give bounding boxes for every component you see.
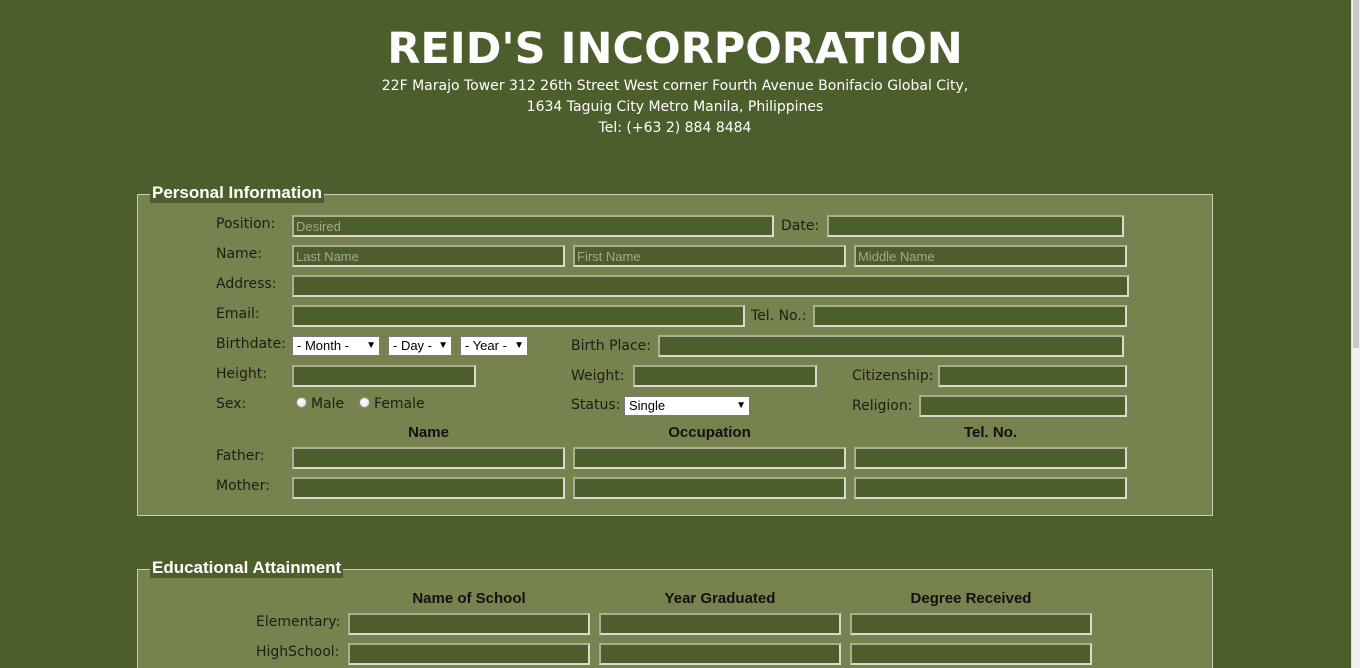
parents-occupation-column: Occupation: [668, 424, 751, 441]
address-line-1: 22F Marajo Tower 312 26th Street West co…: [381, 78, 969, 94]
year-graduated-column: Year Graduated: [664, 590, 776, 607]
mother-name-input[interactable]: [292, 477, 565, 499]
female-label: Female: [374, 396, 425, 412]
mother-occupation-input[interactable]: [573, 477, 846, 499]
civil-status-value: Single: [629, 398, 666, 413]
height-input[interactable]: [292, 365, 476, 387]
personal-information-legend: Personal Information: [150, 183, 325, 203]
female-radio[interactable]: [359, 397, 370, 408]
chevron-down-icon: ▼: [366, 340, 376, 351]
highschool-school-input[interactable]: [348, 643, 590, 665]
first-name-input[interactable]: [573, 245, 846, 267]
height-label: Height:: [216, 366, 267, 382]
religion-input[interactable]: [919, 395, 1127, 417]
male-radio[interactable]: [296, 397, 307, 408]
status-label: Status:: [571, 397, 621, 413]
scrollbar-thumb[interactable]: [1353, 0, 1359, 348]
personal-information-fieldset: Personal Information Position: Date: Nam…: [137, 183, 1213, 516]
elementary-year-input[interactable]: [599, 613, 841, 635]
vertical-scrollbar[interactable]: [1351, 0, 1360, 668]
middle-name-input[interactable]: [854, 245, 1127, 267]
religion-label: Religion:: [852, 398, 913, 414]
position-input[interactable]: [292, 215, 774, 237]
weight-label: Weight:: [571, 368, 625, 384]
father-tel-input[interactable]: [854, 447, 1127, 469]
address-line-2: 1634 Taguig City Metro Manila, Philippin…: [526, 99, 824, 115]
chevron-down-icon: ▼: [736, 400, 746, 411]
highschool-degree-input[interactable]: [850, 643, 1092, 665]
company-telephone: Tel: (+63 2) 884 8484: [598, 120, 752, 136]
weight-input[interactable]: [633, 365, 817, 387]
parents-name-column: Name: [408, 424, 449, 441]
birth-year-value: - Year -: [465, 338, 507, 353]
mother-tel-input[interactable]: [854, 477, 1127, 499]
birth-month-value: - Month -: [297, 338, 350, 353]
birth-year-select[interactable]: - Year - ▼: [460, 336, 528, 356]
educational-attainment-legend: Educational Attainment: [150, 558, 344, 578]
elementary-label: Elementary:: [256, 614, 341, 630]
citizenship-label: Citizenship:: [852, 368, 934, 384]
birth-place-input[interactable]: [658, 335, 1124, 357]
email-input[interactable]: [292, 305, 745, 327]
male-label: Male: [311, 396, 345, 412]
elementary-school-input[interactable]: [348, 613, 590, 635]
father-name-input[interactable]: [292, 447, 565, 469]
last-name-input[interactable]: [292, 245, 565, 267]
elementary-degree-input[interactable]: [850, 613, 1092, 635]
father-occupation-input[interactable]: [573, 447, 846, 469]
name-label: Name:: [216, 246, 263, 262]
mother-label: Mother:: [216, 478, 270, 494]
citizenship-input[interactable]: [938, 365, 1127, 387]
birthdate-label: Birthdate:: [216, 336, 286, 352]
educational-attainment-fieldset: Educational Attainment Name of School Ye…: [137, 558, 1213, 668]
degree-received-column: Degree Received: [910, 590, 1032, 607]
birth-day-select[interactable]: - Day - ▼: [388, 336, 452, 356]
father-label: Father:: [216, 448, 265, 464]
chevron-down-icon: ▼: [514, 340, 524, 351]
company-header: REID'S INCORPORATION 22F Marajo Tower 31…: [0, 22, 1350, 139]
company-name: REID'S INCORPORATION: [387, 24, 963, 74]
application-form-page: REID'S INCORPORATION 22F Marajo Tower 31…: [0, 0, 1360, 668]
sex-label: Sex:: [216, 396, 247, 412]
tel-no-input[interactable]: [813, 305, 1127, 327]
chevron-down-icon: ▼: [438, 340, 448, 351]
school-name-column: Name of School: [412, 590, 526, 607]
address-label: Address:: [216, 276, 277, 292]
date-input[interactable]: [827, 215, 1124, 237]
parents-tel-column: Tel. No.: [963, 424, 1018, 441]
email-label: Email:: [216, 306, 260, 322]
civil-status-select[interactable]: Single ▼: [624, 396, 750, 416]
birth-day-value: - Day -: [393, 338, 432, 353]
tel-no-label: Tel. No.:: [751, 308, 807, 324]
birth-month-select[interactable]: - Month - ▼: [292, 336, 380, 356]
highschool-label: HighSchool:: [256, 644, 340, 660]
address-input[interactable]: [292, 275, 1129, 297]
date-label: Date:: [781, 218, 820, 234]
highschool-year-input[interactable]: [599, 643, 841, 665]
position-label: Position:: [216, 216, 276, 232]
birth-place-label: Birth Place:: [571, 338, 652, 354]
